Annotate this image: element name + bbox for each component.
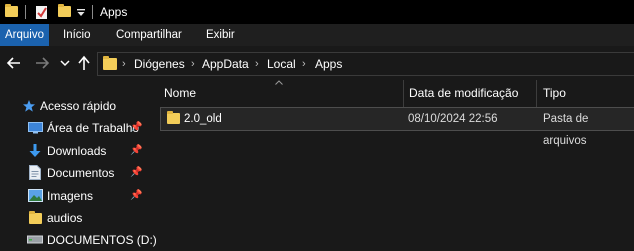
column-header-name[interactable]: Nome [164, 82, 196, 104]
folder-icon [29, 211, 42, 224]
chevron-right-icon[interactable]: › [302, 53, 306, 75]
desktop-icon [28, 122, 43, 134]
chevron-right-icon[interactable]: › [191, 53, 195, 75]
file-name: 2.0_old [184, 113, 222, 125]
tab-compartilhar[interactable]: Compartilhar [116, 24, 182, 46]
sidebar-item-label: audios [47, 211, 83, 225]
pin-icon: 📌 [130, 122, 143, 133]
sidebar-item-label: Área de Trabalho [47, 121, 140, 135]
forward-button[interactable] [34, 55, 50, 71]
column-header-modified[interactable]: Data de modificação [409, 82, 518, 104]
column-header-type[interactable]: Tipo [543, 82, 566, 104]
sidebar-item-area-de-trabalho[interactable]: Área de Trabalho 📌 [0, 117, 155, 139]
sidebar-item-label: DOCUMENTOS (D:) [47, 233, 157, 247]
ribbon-tabs: Arquivo Início Compartilhar Exibir [0, 24, 634, 46]
sort-ascending-icon [275, 80, 283, 85]
file-type: Pasta de arquivos [543, 113, 589, 147]
sidebar-item-label: Acesso rápido [40, 99, 117, 113]
sidebar-item-imagens[interactable]: Imagens 📌 [0, 185, 155, 207]
sidebar-item-documentos[interactable]: Documentos 📌 [0, 162, 155, 184]
download-icon [28, 143, 42, 159]
divider [92, 5, 93, 19]
column-divider[interactable] [403, 80, 404, 108]
drive-icon [27, 234, 43, 244]
column-divider[interactable] [536, 80, 537, 108]
pin-icon: 📌 [130, 167, 143, 178]
back-button[interactable] [6, 55, 22, 71]
star-icon [22, 99, 36, 113]
sidebar-item-downloads[interactable]: Downloads 📌 [0, 140, 155, 162]
recent-locations-button[interactable] [60, 59, 70, 67]
sidebar-item-acesso-rapido[interactable]: Acesso rápido [0, 95, 155, 117]
file-row[interactable]: 2.0_old 08/10/2024 22:56 Pasta de arquiv… [160, 107, 634, 147]
pin-icon: 📌 [130, 145, 143, 156]
tab-exibir[interactable]: Exibir [206, 24, 235, 46]
sidebar-item-label: Imagens [47, 189, 94, 203]
image-icon [28, 189, 43, 202]
divider [25, 5, 26, 19]
document-icon [29, 165, 41, 180]
tab-inicio[interactable]: Início [63, 24, 91, 46]
tab-arquivo[interactable]: Arquivo [0, 24, 49, 46]
pin-icon: 📌 [130, 190, 143, 201]
up-button[interactable] [77, 55, 91, 71]
folder-icon [167, 111, 180, 124]
sidebar-item-label: Downloads [47, 144, 107, 158]
breadcrumb-apps[interactable]: Apps [315, 53, 342, 75]
sidebar-item-audios[interactable]: audios [0, 207, 155, 229]
chevron-right-icon[interactable]: › [122, 53, 126, 75]
file-modified: 08/10/2024 22:56 [408, 113, 498, 125]
breadcrumb-local[interactable]: Local [267, 53, 296, 75]
breadcrumb-appdata[interactable]: AppData [202, 53, 249, 75]
properties-icon[interactable] [35, 4, 49, 20]
window-title: Apps [100, 5, 128, 19]
sidebar-item-documentos-d[interactable]: DOCUMENTOS (D:) [0, 229, 157, 251]
sidebar-item-label: Documentos [47, 166, 115, 180]
folder-icon [5, 4, 18, 17]
address-bar[interactable]: › Diógenes › AppData › Local › Apps [97, 52, 634, 76]
new-folder-icon[interactable] [58, 4, 71, 17]
chevron-right-icon[interactable]: › [255, 53, 259, 75]
folder-icon [103, 56, 117, 70]
breadcrumb-diogenes[interactable]: Diógenes [134, 53, 185, 75]
customize-toolbar-icon[interactable] [76, 8, 86, 18]
title-bar: Apps [0, 0, 634, 24]
